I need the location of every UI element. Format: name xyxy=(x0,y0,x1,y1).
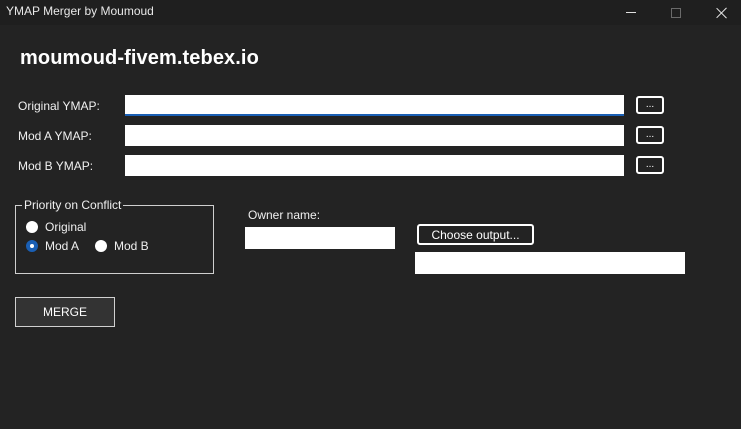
app-window: YMAP Merger by Moumoud moumoud-fivem.teb… xyxy=(0,0,741,429)
minimize-icon xyxy=(626,12,636,13)
original-ymap-label: Original YMAP: xyxy=(18,99,100,113)
radio-mod-a-label: Mod A xyxy=(45,239,80,253)
priority-groupbox-legend: Priority on Conflict xyxy=(22,198,124,212)
mod-a-ymap-browse-button[interactable]: ... xyxy=(636,126,664,144)
title-bar[interactable]: YMAP Merger by Moumoud xyxy=(0,0,741,25)
brand-link-text: moumoud-fivem.tebex.io xyxy=(20,47,259,69)
radio-mod-a-indicator[interactable] xyxy=(26,240,38,252)
mod-b-ymap-input[interactable] xyxy=(125,155,624,176)
close-icon xyxy=(716,7,728,19)
radio-original-label: Original xyxy=(45,220,87,234)
original-ymap-input[interactable] xyxy=(125,95,624,116)
radio-original-indicator[interactable] xyxy=(26,221,38,233)
mod-a-ymap-label: Mod A YMAP: xyxy=(18,129,92,143)
close-button[interactable] xyxy=(699,0,741,25)
original-ymap-browse-button[interactable]: ... xyxy=(636,96,664,114)
owner-name-input[interactable] xyxy=(245,227,395,249)
maximize-icon xyxy=(671,7,681,18)
minimize-button[interactable] xyxy=(608,0,654,25)
window-title: YMAP Merger by Moumoud xyxy=(6,4,154,18)
mod-a-ymap-input[interactable] xyxy=(125,125,624,146)
radio-original[interactable]: Original xyxy=(26,220,86,234)
merge-button[interactable]: MERGE xyxy=(15,297,115,327)
owner-name-label: Owner name: xyxy=(248,208,321,222)
output-path-input[interactable] xyxy=(415,252,685,274)
radio-mod-a[interactable]: Mod A xyxy=(26,239,79,253)
mod-b-ymap-browse-button[interactable]: ... xyxy=(636,156,664,174)
radio-mod-b[interactable]: Mod B xyxy=(95,239,149,253)
mod-b-ymap-label: Mod B YMAP: xyxy=(18,159,94,173)
radio-mod-b-label: Mod B xyxy=(114,239,149,253)
maximize-button[interactable] xyxy=(653,0,699,25)
radio-mod-b-indicator[interactable] xyxy=(95,240,107,252)
choose-output-button[interactable]: Choose output... xyxy=(417,224,534,245)
